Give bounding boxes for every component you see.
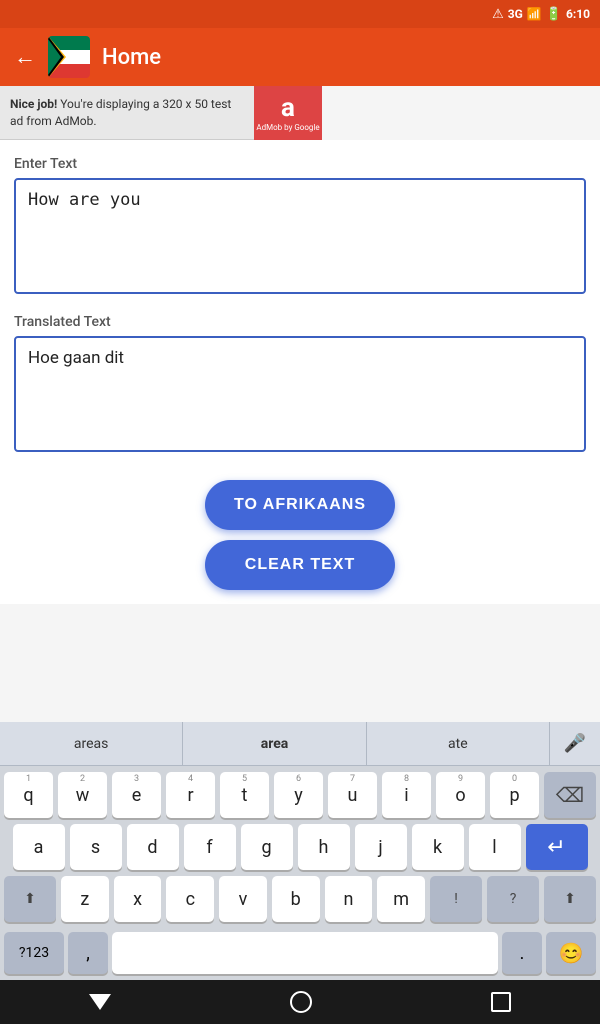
- shift-left-key[interactable]: ⬆: [4, 876, 56, 922]
- bottom-nav: [0, 980, 600, 1024]
- key-question[interactable]: ?: [487, 876, 539, 922]
- ad-banner: Nice job! You're displaying a 320 x 50 t…: [0, 86, 322, 140]
- status-bar: ⚠ 3G 📶 🔋 6:10: [0, 0, 600, 28]
- admob-tagline: AdMob by Google: [256, 123, 319, 132]
- signal-icon: 📶: [527, 7, 542, 21]
- nav-recent-button[interactable]: [491, 992, 511, 1012]
- key-f[interactable]: f: [184, 824, 236, 870]
- key-s[interactable]: s: [70, 824, 122, 870]
- key-e[interactable]: 3e: [112, 772, 161, 818]
- shift-right-key[interactable]: ⬆: [544, 876, 596, 922]
- action-buttons: TO AFRIKAANS CLEAR TEXT: [0, 480, 600, 604]
- key-n[interactable]: n: [325, 876, 373, 922]
- keyboard-keys: 1q 2w 3e 4r 5t 6y 7u 8i 9o 0p ⌫ a s d f …: [0, 766, 600, 932]
- home-circle-icon: [290, 991, 312, 1013]
- key-row-3: ⬆ z x c v b n m ! ? ⬆: [4, 876, 596, 922]
- comma-key[interactable]: ,: [68, 932, 108, 974]
- mic-icon[interactable]: 🎤: [550, 733, 600, 754]
- enter-key[interactable]: ↵: [526, 824, 588, 870]
- key-a[interactable]: a: [13, 824, 65, 870]
- key-exclaim[interactable]: !: [430, 876, 482, 922]
- key-d[interactable]: d: [127, 824, 179, 870]
- num-sym-key[interactable]: ?123: [4, 932, 64, 974]
- clear-button[interactable]: CLEAR TEXT: [205, 540, 395, 590]
- emoji-key[interactable]: 😊: [546, 932, 596, 974]
- translate-button[interactable]: TO AFRIKAANS: [205, 480, 395, 530]
- nav-home-button[interactable]: [290, 991, 312, 1013]
- key-u[interactable]: 7u: [328, 772, 377, 818]
- battery-icon: 🔋: [546, 7, 562, 22]
- key-w[interactable]: 2w: [58, 772, 107, 818]
- translated-text-label: Translated Text: [14, 314, 586, 330]
- ad-bold: Nice job!: [10, 97, 57, 111]
- suggestion-areas[interactable]: areas: [0, 722, 183, 765]
- keyboard-bottom: ?123 , . 😊: [0, 932, 600, 980]
- keyboard: areas area ate 🎤 1q 2w 3e 4r 5t 6y 7u 8i…: [0, 722, 600, 980]
- key-l[interactable]: l: [469, 824, 521, 870]
- time-label: 6:10: [566, 7, 590, 21]
- keyboard-suggestions: areas area ate 🎤: [0, 722, 600, 766]
- key-b[interactable]: b: [272, 876, 320, 922]
- ad-text: Nice job! You're displaying a 320 x 50 t…: [0, 90, 254, 136]
- key-h[interactable]: h: [298, 824, 350, 870]
- key-k[interactable]: k: [412, 824, 464, 870]
- ad-logo: a AdMob by Google: [254, 86, 322, 140]
- nav-title: Home: [102, 45, 161, 70]
- period-key[interactable]: .: [502, 932, 542, 974]
- key-t[interactable]: 5t: [220, 772, 269, 818]
- key-i[interactable]: 8i: [382, 772, 431, 818]
- nav-back-button[interactable]: [89, 994, 111, 1010]
- key-p[interactable]: 0p: [490, 772, 539, 818]
- key-row-1: 1q 2w 3e 4r 5t 6y 7u 8i 9o 0p ⌫: [4, 772, 596, 818]
- key-y[interactable]: 6y: [274, 772, 323, 818]
- space-key[interactable]: [112, 932, 498, 974]
- suggestion-ate[interactable]: ate: [367, 722, 550, 765]
- flag-icon: [48, 36, 90, 78]
- translated-output: Hoe gaan dit: [14, 336, 586, 452]
- status-icons: ⚠ 3G 📶 🔋 6:10: [492, 7, 590, 22]
- key-x[interactable]: x: [114, 876, 162, 922]
- back-triangle-icon: [89, 994, 111, 1010]
- delete-key[interactable]: ⌫: [544, 772, 596, 818]
- key-r[interactable]: 4r: [166, 772, 215, 818]
- suggestion-area[interactable]: area: [183, 722, 366, 765]
- key-row-2: a s d f g h j k l ↵: [4, 824, 596, 870]
- alert-icon: ⚠: [492, 7, 504, 22]
- key-q[interactable]: 1q: [4, 772, 53, 818]
- key-j[interactable]: j: [355, 824, 407, 870]
- key-z[interactable]: z: [61, 876, 109, 922]
- nav-bar: ← Home: [0, 28, 600, 86]
- recent-square-icon: [491, 992, 511, 1012]
- key-m[interactable]: m: [377, 876, 425, 922]
- key-g[interactable]: g: [241, 824, 293, 870]
- key-c[interactable]: c: [166, 876, 214, 922]
- key-v[interactable]: v: [219, 876, 267, 922]
- admob-letter: a: [281, 93, 295, 123]
- key-o[interactable]: 9o: [436, 772, 485, 818]
- text-input[interactable]: [14, 178, 586, 294]
- back-button[interactable]: ←: [14, 44, 36, 70]
- main-content: Enter Text Translated Text Hoe gaan dit: [0, 140, 600, 480]
- network-label: 3G: [508, 7, 523, 21]
- enter-text-label: Enter Text: [14, 156, 586, 172]
